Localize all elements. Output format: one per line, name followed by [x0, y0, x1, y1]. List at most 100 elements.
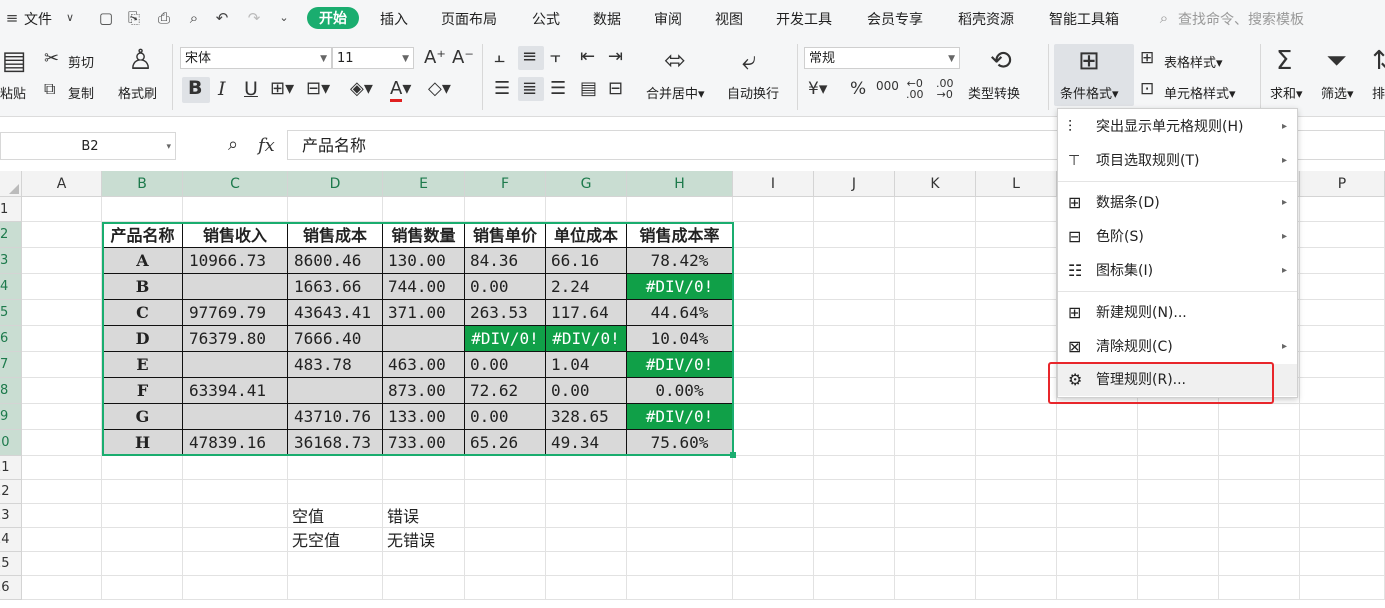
table-data-cell[interactable]: C — [102, 300, 183, 326]
row-header-4[interactable]: 4 — [0, 274, 22, 300]
cell-style-icon[interactable]: ⊟▾ — [306, 80, 330, 98]
cut-button[interactable]: 剪切 — [68, 52, 94, 71]
cell[interactable] — [22, 528, 102, 552]
row-header-5[interactable]: 5 — [0, 300, 22, 326]
cell[interactable] — [1057, 456, 1138, 480]
column-header-j[interactable]: J — [814, 171, 895, 197]
sort-icon[interactable]: ⇅ — [1372, 48, 1385, 74]
cell[interactable] — [733, 404, 814, 430]
align-right-icon[interactable]: ☰ — [550, 80, 566, 98]
table-data-cell[interactable] — [183, 352, 288, 378]
table-data-cell[interactable]: 0.00 — [465, 352, 546, 378]
table-data-cell[interactable]: 483.78 — [288, 352, 383, 378]
cell[interactable] — [546, 480, 627, 504]
cell[interactable] — [383, 456, 465, 480]
row-header-16[interactable]: 16 — [0, 576, 22, 600]
undo-icon[interactable]: ↶ — [212, 8, 232, 28]
cell[interactable] — [22, 222, 102, 248]
table-data-cell[interactable]: 10966.73 — [183, 248, 288, 274]
table-data-cell[interactable]: 7666.40 — [288, 326, 383, 352]
sum-icon[interactable]: Σ — [1276, 48, 1292, 74]
cell[interactable] — [288, 576, 383, 600]
cell[interactable] — [733, 300, 814, 326]
merge-center-button[interactable]: 合并居中▾ — [646, 83, 705, 102]
cell-style-button-icon[interactable]: ⊡ — [1140, 81, 1154, 98]
cell[interactable] — [22, 352, 102, 378]
cell[interactable] — [102, 576, 183, 600]
cell[interactable] — [1138, 528, 1219, 552]
cell[interactable] — [814, 552, 895, 576]
cell[interactable] — [895, 326, 976, 352]
table-data-cell[interactable]: 0.00% — [627, 378, 733, 404]
cell[interactable] — [733, 352, 814, 378]
table-header-cell[interactable]: 销售单价 — [465, 222, 546, 248]
cell[interactable] — [288, 480, 383, 504]
cell[interactable] — [546, 197, 627, 222]
cell[interactable] — [546, 504, 627, 528]
table-style-button[interactable]: 表格样式▾ — [1164, 52, 1223, 71]
table-data-cell[interactable] — [383, 326, 465, 352]
type-convert-icon[interactable]: ⟲ — [990, 48, 1012, 74]
cell[interactable] — [627, 456, 733, 480]
table-data-cell[interactable]: 65.26 — [465, 430, 546, 456]
cell[interactable] — [1138, 480, 1219, 504]
select-all-corner[interactable] — [0, 171, 22, 197]
cell[interactable] — [22, 326, 102, 352]
format-painter-icon[interactable]: ♙ — [128, 46, 153, 74]
cell[interactable] — [1300, 480, 1385, 504]
wrap-text-button[interactable]: 自动换行 — [727, 83, 779, 102]
cell[interactable] — [1300, 430, 1385, 456]
cell[interactable] — [895, 378, 976, 404]
table-data-cell[interactable]: B — [102, 274, 183, 300]
column-header-l[interactable]: L — [976, 171, 1057, 197]
sort-button[interactable]: 排 — [1372, 83, 1385, 102]
cell[interactable] — [1300, 576, 1385, 600]
cell[interactable] — [814, 300, 895, 326]
table-data-cell[interactable]: 117.64 — [546, 300, 627, 326]
table-data-cell[interactable]: 873.00 — [383, 378, 465, 404]
cell[interactable] — [383, 480, 465, 504]
cell[interactable] — [627, 504, 733, 528]
cell[interactable] — [976, 274, 1057, 300]
table-data-cell[interactable]: 133.00 — [383, 404, 465, 430]
cell[interactable] — [976, 430, 1057, 456]
table-data-cell[interactable]: 0.00 — [465, 404, 546, 430]
cell[interactable] — [895, 528, 976, 552]
row-header-11[interactable]: 11 — [0, 456, 22, 480]
cell[interactable] — [814, 274, 895, 300]
cell[interactable] — [22, 504, 102, 528]
cell[interactable] — [895, 430, 976, 456]
row-header-12[interactable]: 12 — [0, 480, 22, 504]
table-data-cell[interactable]: 263.53 — [465, 300, 546, 326]
clear-format-icon[interactable]: ◇▾ — [428, 80, 451, 98]
increase-decimal-icon[interactable]: ←0.00 — [906, 78, 924, 100]
cell[interactable] — [895, 576, 976, 600]
table-data-cell[interactable]: 1663.66 — [288, 274, 383, 300]
distributed-icon[interactable]: ⊟ — [608, 80, 623, 98]
cell[interactable] — [733, 222, 814, 248]
table-data-cell[interactable]: 733.00 — [383, 430, 465, 456]
cell[interactable] — [814, 222, 895, 248]
menu-item-highlight-rules[interactable]: ⫶ 突出显示单元格规则(H) ▸ — [1058, 111, 1297, 143]
paste-button[interactable]: 粘贴 — [0, 83, 26, 102]
table-data-cell[interactable]: 49.34 — [546, 430, 627, 456]
number-format-select[interactable]: 常规 ▼ — [804, 47, 960, 69]
cell[interactable] — [288, 197, 383, 222]
cell-style-button[interactable]: 单元格样式▾ — [1164, 83, 1236, 102]
cell[interactable] — [1138, 456, 1219, 480]
name-box[interactable]: B2 ▾ — [0, 132, 176, 160]
increase-font-icon[interactable]: A⁺ — [424, 49, 446, 67]
cell[interactable] — [627, 480, 733, 504]
column-header-e[interactable]: E — [383, 171, 465, 197]
cell[interactable] — [895, 552, 976, 576]
table-data-cell[interactable]: #DIV/0! — [465, 326, 546, 352]
italic-icon[interactable]: I — [218, 80, 226, 99]
percent-icon[interactable]: % — [850, 81, 866, 98]
cell[interactable] — [814, 528, 895, 552]
cell[interactable] — [22, 300, 102, 326]
fill-color-icon[interactable]: ◈▾ — [350, 80, 373, 98]
cell[interactable] — [183, 480, 288, 504]
cell[interactable] — [733, 504, 814, 528]
menu-item-clear-rules[interactable]: ⊠ 清除规则(C) ▸ — [1058, 331, 1297, 363]
cell[interactable] — [383, 552, 465, 576]
